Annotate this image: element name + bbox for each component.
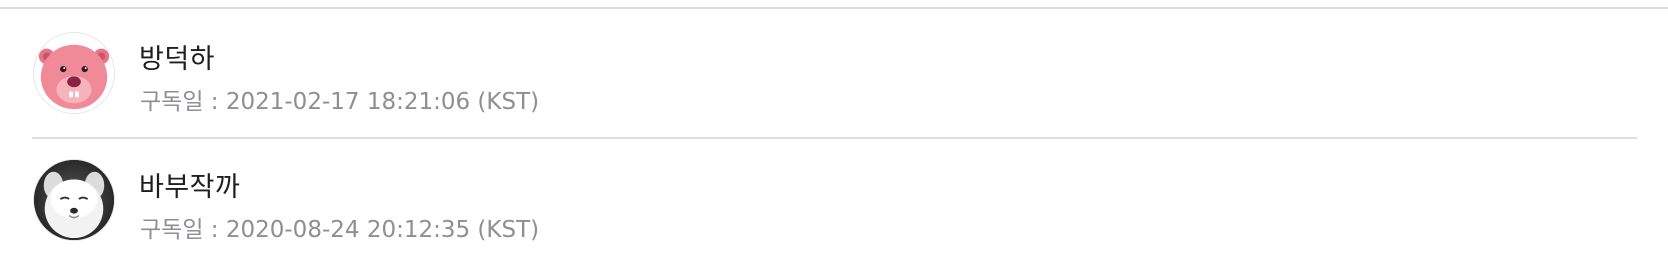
subscribed-date: 구독일 : 2021-02-17 18:21:06 (KST) bbox=[140, 89, 540, 115]
avatar[interactable] bbox=[33, 32, 115, 114]
subscriber-name[interactable]: 바부작까 bbox=[139, 165, 240, 204]
list-item[interactable]: 바부작까 구독일 : 2020-08-24 20:12:35 (KST) bbox=[0, 137, 1668, 263]
subscriber-name[interactable]: 방덕하 bbox=[139, 37, 215, 76]
subscriber-list: 방덕하 구독일 : 2021-02-17 18:21:06 (KST) 바부작까… bbox=[0, 9, 1668, 263]
list-item[interactable]: 방덕하 구독일 : 2021-02-17 18:21:06 (KST) bbox=[0, 9, 1668, 137]
row-divider bbox=[32, 137, 1637, 139]
avatar[interactable] bbox=[33, 159, 115, 241]
subscribed-date: 구독일 : 2020-08-24 20:12:35 (KST) bbox=[140, 217, 540, 243]
pink-beaver-avatar-image bbox=[34, 33, 114, 113]
white-dog-avatar-image bbox=[34, 160, 114, 240]
